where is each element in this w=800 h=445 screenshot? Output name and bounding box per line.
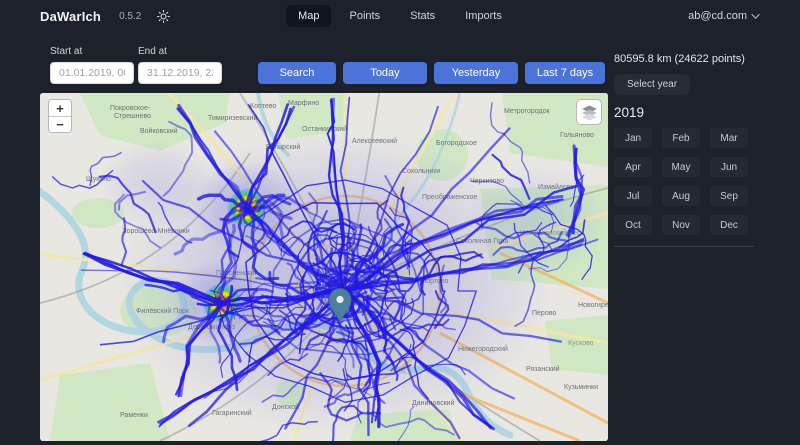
map-label: Марфино (288, 100, 319, 107)
sidebar: 80595.8 km (24622 points) Select year 20… (614, 32, 764, 441)
today-button[interactable]: Today (343, 62, 427, 84)
tab-points[interactable]: Points (338, 5, 393, 27)
map-label: Коптево (250, 103, 276, 110)
month-button-jun[interactable]: Jun (710, 157, 748, 177)
sidebar-divider (614, 246, 754, 247)
map-label: Войковский (140, 127, 178, 135)
zoom-out-button[interactable]: − (49, 116, 71, 132)
account-email: ab@cd.com (688, 10, 747, 22)
last-7-days-button[interactable]: Last 7 days (525, 62, 605, 84)
end-at-field: End at (138, 46, 222, 84)
tab-stats[interactable]: Stats (398, 5, 447, 27)
map-layers-button[interactable] (576, 99, 602, 125)
layers-icon (581, 105, 598, 120)
chevron-down-icon (751, 10, 759, 18)
tab-map[interactable]: Map (286, 5, 331, 27)
month-button-oct[interactable]: Oct (614, 215, 652, 235)
map-column: Start at End at Search Today Yesterday L… (40, 32, 608, 441)
navbar: DaWarIch 0.5.2 Map Points Stats Imports … (0, 0, 800, 32)
start-at-input[interactable] (50, 62, 134, 84)
version-label: 0.5.2 (119, 11, 141, 22)
select-year-button[interactable]: Select year (614, 74, 690, 95)
filter-bar: Start at End at Search Today Yesterday L… (40, 46, 608, 84)
end-at-label: End at (138, 46, 222, 57)
month-grid: Jan Feb Mar Apr May Jun Jul Aug Sep Oct … (614, 128, 764, 235)
map-label: Кусково (568, 340, 594, 347)
month-button-jan[interactable]: Jan (614, 128, 652, 148)
account-menu[interactable]: ab@cd.com (688, 10, 760, 22)
map-label: Гольяново (560, 132, 594, 139)
month-button-apr[interactable]: Apr (614, 157, 652, 177)
tab-imports[interactable]: Imports (453, 5, 514, 27)
map-label: Тимирязевский (208, 114, 257, 122)
month-button-dec[interactable]: Dec (710, 215, 748, 235)
distance-stats: 80595.8 km (24622 points) (614, 53, 764, 65)
start-at-field: Start at (50, 46, 134, 84)
filter-buttons: Search Today Yesterday Last 7 days (258, 62, 605, 84)
map-label: Стрешнево (114, 113, 151, 120)
map-label: Рязанский (526, 365, 560, 373)
map-label: Богородское (436, 140, 477, 147)
month-button-aug[interactable]: Aug (662, 186, 700, 206)
end-at-input[interactable] (138, 62, 222, 84)
year-heading: 2019 (614, 105, 764, 120)
search-button[interactable]: Search (258, 62, 336, 84)
month-button-jul[interactable]: Jul (614, 186, 652, 206)
zoom-in-button[interactable]: + (49, 100, 71, 116)
month-button-sep[interactable]: Sep (710, 186, 748, 206)
yesterday-button[interactable]: Yesterday (434, 62, 518, 84)
map-label: Метрогородок (504, 108, 550, 115)
nav-tabs: Map Points Stats Imports (286, 5, 514, 27)
month-button-mar[interactable]: Mar (710, 128, 748, 148)
month-button-nov[interactable]: Nov (662, 215, 700, 235)
map-container[interactable]: Покровское-Стрешнево Войковский Коптево Тим… (40, 93, 608, 441)
month-button-feb[interactable]: Feb (662, 128, 700, 148)
app-logo: DaWarIch (40, 9, 101, 24)
map-label: Покровское- (110, 105, 151, 112)
month-button-may[interactable]: May (662, 157, 700, 177)
sun-icon (157, 10, 170, 23)
map-label: Раменки (120, 412, 148, 419)
theme-toggle-button[interactable] (157, 10, 170, 23)
map-label: Новогиреево (578, 302, 608, 309)
map-zoom-control: + − (48, 99, 72, 133)
map-label: Кузьминки (564, 384, 598, 391)
main-content: Start at End at Search Today Yesterday L… (0, 32, 800, 441)
start-at-label: Start at (50, 46, 134, 57)
map-canvas: Покровское-Стрешнево Войковский Коптево Тим… (40, 93, 608, 441)
